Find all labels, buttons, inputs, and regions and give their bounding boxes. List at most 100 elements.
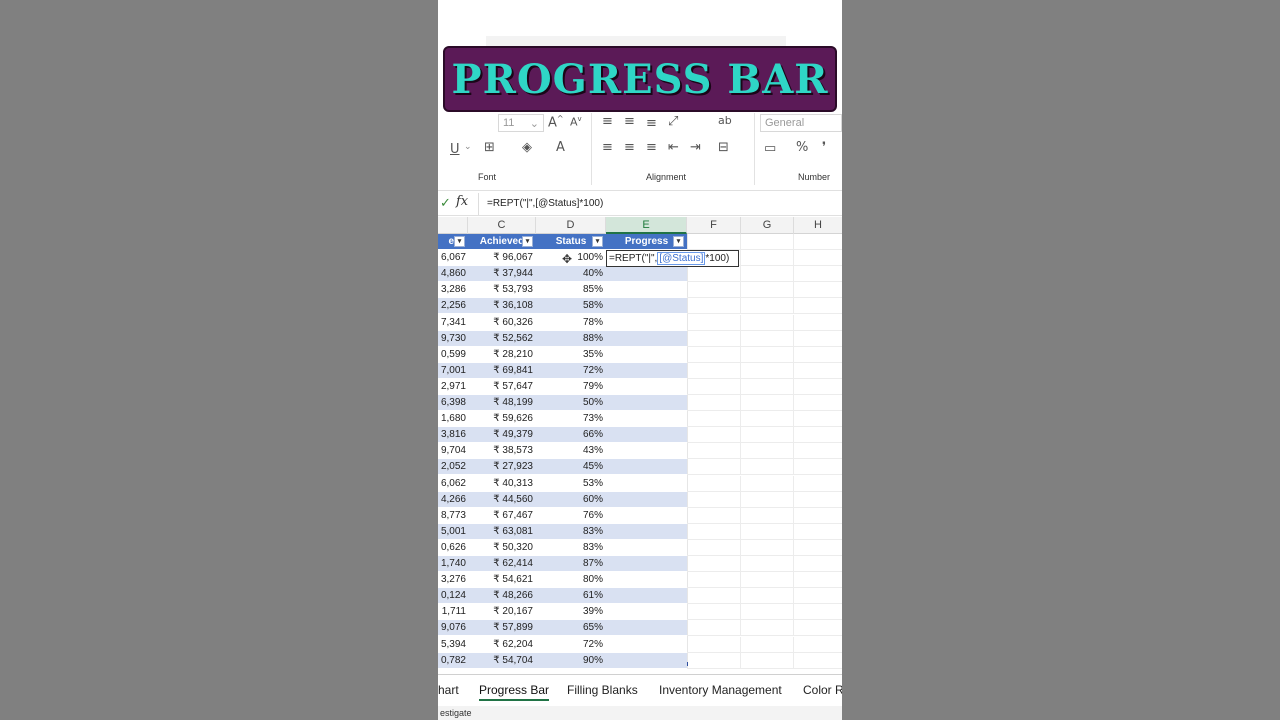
cell-achieved[interactable]: ₹ 54,704: [468, 652, 536, 669]
cell-achieved[interactable]: ₹ 54,621: [468, 572, 536, 589]
cell-achieved[interactable]: ₹ 59,626: [468, 411, 536, 428]
cell[interactable]: [741, 491, 794, 508]
cell[interactable]: [794, 379, 842, 395]
cell-achieved[interactable]: ₹ 53,793: [468, 282, 536, 299]
cell-achieved[interactable]: ₹ 57,899: [468, 620, 536, 637]
align-right-icon[interactable]: ≡: [646, 140, 657, 155]
cell[interactable]: [794, 331, 842, 347]
merge-center-icon[interactable]: ⊟: [718, 140, 729, 155]
cell-status[interactable]: 76%: [536, 508, 606, 524]
cell-progress[interactable]: [606, 556, 687, 573]
cell[interactable]: [741, 588, 794, 605]
cell[interactable]: [687, 378, 741, 395]
cell-target[interactable]: 4,860: [438, 266, 468, 283]
cell[interactable]: [741, 475, 794, 492]
accounting-format-icon[interactable]: ▭: [764, 141, 776, 156]
cell-status[interactable]: 78%: [536, 315, 606, 331]
cell-achieved[interactable]: ₹ 60,326: [468, 315, 536, 331]
cell[interactable]: [741, 330, 794, 347]
cell-progress[interactable]: [606, 298, 687, 315]
formula-input[interactable]: =REPT("|",[@Status]*100): [478, 193, 842, 215]
cell-status[interactable]: 53%: [536, 476, 606, 492]
filter-dropdown-icon[interactable]: ▾: [592, 236, 603, 247]
underline-icon[interactable]: U: [450, 142, 460, 157]
cell-status[interactable]: 39%: [536, 604, 606, 621]
cell[interactable]: [794, 395, 842, 412]
cell-status[interactable]: 72%: [536, 362, 606, 379]
cell[interactable]: [741, 620, 794, 637]
cell-progress[interactable]: [606, 266, 687, 283]
cell-target[interactable]: 3,276: [438, 572, 468, 589]
cell[interactable]: [794, 556, 842, 573]
cell-status[interactable]: 80%: [536, 572, 606, 589]
cell[interactable]: [687, 604, 741, 621]
cell[interactable]: [687, 636, 741, 653]
cell[interactable]: [687, 588, 741, 605]
cell[interactable]: [794, 443, 842, 460]
cell-status[interactable]: 35%: [536, 347, 606, 363]
cell-status[interactable]: 60%: [536, 491, 606, 508]
filter-dropdown-icon[interactable]: ▾: [454, 236, 465, 247]
cell-progress[interactable]: [606, 637, 687, 653]
cell[interactable]: [794, 653, 842, 669]
column-header-f[interactable]: F: [687, 217, 741, 234]
cell-target[interactable]: 1,680: [438, 411, 468, 428]
cell-target[interactable]: 6,067: [438, 250, 468, 267]
cell[interactable]: [794, 459, 842, 476]
cell[interactable]: [741, 266, 794, 283]
cell-status[interactable]: 88%: [536, 330, 606, 347]
header-progress[interactable]: Progress ▾: [606, 234, 687, 251]
cell[interactable]: [794, 298, 842, 315]
cell[interactable]: [794, 250, 842, 267]
cell-target[interactable]: 7,341: [438, 315, 468, 331]
cell[interactable]: [794, 620, 842, 637]
column-header-h[interactable]: H: [794, 217, 842, 234]
cell-target[interactable]: 7,001: [438, 362, 468, 379]
cell-target[interactable]: 9,076: [438, 620, 468, 637]
cell[interactable]: [687, 298, 741, 315]
column-header-g[interactable]: G: [741, 217, 794, 234]
increase-font-icon[interactable]: A^: [548, 114, 564, 130]
cell-progress[interactable]: [606, 362, 687, 379]
cell-status[interactable]: 87%: [536, 556, 606, 573]
cell[interactable]: [687, 266, 741, 283]
cell-target[interactable]: 1,711: [438, 604, 468, 621]
cell[interactable]: [794, 508, 842, 524]
cell[interactable]: [741, 234, 794, 251]
fill-color-icon[interactable]: ◈: [522, 140, 532, 155]
font-size-dropdown[interactable]: 11 ⌄: [498, 114, 544, 132]
cell-target[interactable]: 4,266: [438, 491, 468, 508]
cell[interactable]: [794, 234, 842, 251]
header-target[interactable]: et ▾: [438, 234, 468, 251]
cell-target[interactable]: 9,704: [438, 443, 468, 460]
cell-achieved[interactable]: ₹ 48,266: [468, 588, 536, 605]
editing-cell-e2[interactable]: =REPT("|", [@Status] *100): [606, 250, 739, 267]
cell-achieved[interactable]: ₹ 62,414: [468, 556, 536, 573]
tab-inventory-management[interactable]: Inventory Management: [659, 683, 782, 697]
insert-function-icon[interactable]: fx: [456, 194, 468, 209]
cell-target[interactable]: 2,971: [438, 379, 468, 395]
cell-achieved[interactable]: ₹ 96,067: [468, 250, 536, 267]
cell-achieved[interactable]: ₹ 63,081: [468, 523, 536, 540]
cell[interactable]: [741, 572, 794, 589]
cell-target[interactable]: 5,001: [438, 523, 468, 540]
cell[interactable]: [741, 314, 794, 331]
cell-status[interactable]: 66%: [536, 427, 606, 444]
tab-progress-bar[interactable]: Progress Bar: [479, 683, 550, 701]
cell[interactable]: [741, 378, 794, 395]
borders-icon[interactable]: ⊞: [484, 140, 495, 155]
cell[interactable]: [794, 604, 842, 621]
cell[interactable]: [687, 523, 741, 540]
cell-progress[interactable]: [606, 620, 687, 637]
align-left-icon[interactable]: ≡: [602, 140, 613, 155]
cell-achieved[interactable]: ₹ 69,841: [468, 362, 536, 379]
cell-achieved[interactable]: ₹ 62,204: [468, 637, 536, 653]
cell-achieved[interactable]: ₹ 20,167: [468, 604, 536, 621]
cell-progress[interactable]: [606, 476, 687, 492]
cell-status[interactable]: 61%: [536, 588, 606, 605]
cell[interactable]: [687, 459, 741, 476]
column-header-b[interactable]: [438, 217, 468, 234]
cell-achieved[interactable]: ₹ 27,923: [468, 459, 536, 476]
cell-progress[interactable]: [606, 411, 687, 428]
cell[interactable]: [794, 524, 842, 540]
